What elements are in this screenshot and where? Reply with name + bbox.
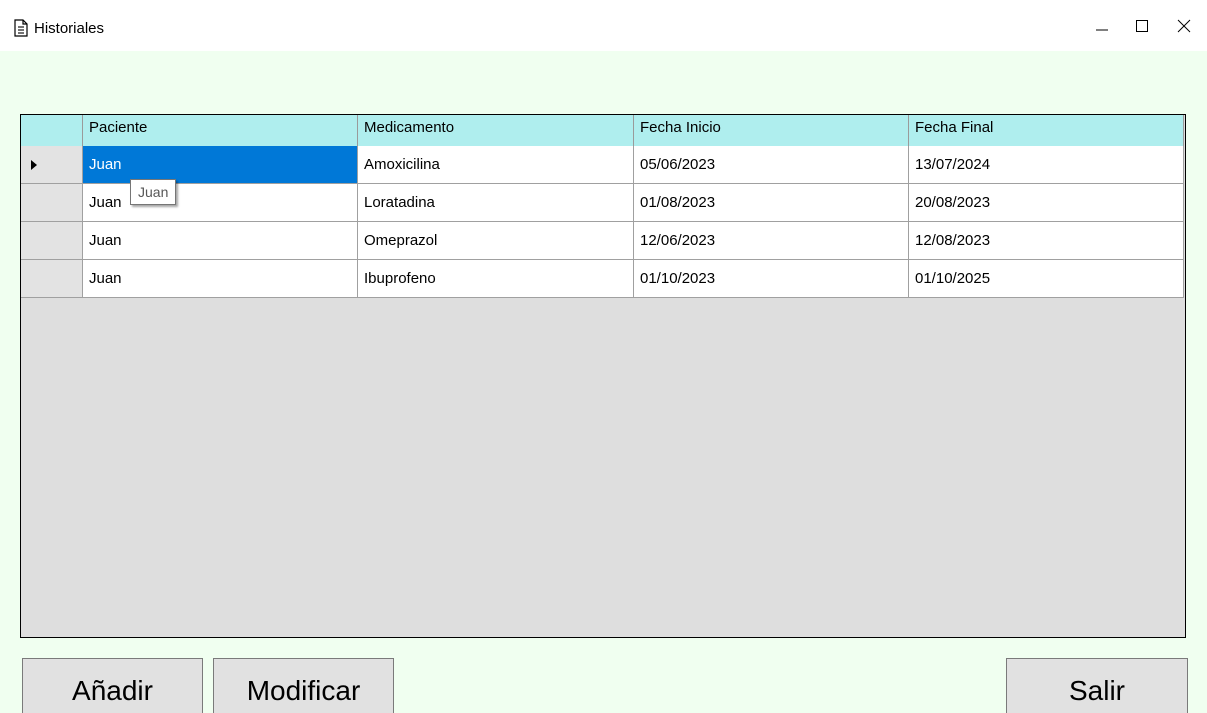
window-title: Historiales — [34, 20, 105, 37]
column-header-fecha-inicio[interactable]: Fecha Inicio — [634, 115, 909, 146]
table-cell-fecha-final[interactable]: 13/07/2024 — [909, 146, 1184, 184]
modify-button[interactable]: Modificar — [213, 658, 394, 713]
history-grid[interactable]: Paciente Medicamento Fecha Inicio Fecha … — [20, 114, 1186, 638]
table-cell-paciente[interactable]: Juan — [83, 260, 358, 298]
maximize-icon — [1135, 19, 1149, 38]
table-cell-paciente[interactable]: Juan — [83, 184, 358, 222]
document-icon — [14, 19, 28, 37]
exit-button[interactable]: Salir — [1006, 658, 1188, 713]
table-cell-fecha-inicio[interactable]: 05/06/2023 — [634, 146, 909, 184]
row-header[interactable] — [21, 222, 83, 260]
table-row[interactable]: Juan Amoxicilina 05/06/2023 13/07/2024 — [21, 146, 1184, 184]
row-arrow-icon — [31, 159, 37, 170]
table-cell-medicamento[interactable]: Omeprazol — [358, 222, 634, 260]
table-cell-paciente[interactable]: Juan — [83, 146, 358, 184]
table-cell-fecha-final[interactable]: 01/10/2025 — [909, 260, 1184, 298]
table-cell-medicamento[interactable]: Loratadina — [358, 184, 634, 222]
table-cell-medicamento[interactable]: Ibuprofeno — [358, 260, 634, 298]
grid-header: Paciente Medicamento Fecha Inicio Fecha … — [21, 115, 1184, 146]
table-cell-medicamento[interactable]: Amoxicilina — [358, 146, 634, 184]
table-cell-paciente[interactable]: Juan — [83, 222, 358, 260]
table-row[interactable]: Juan Ibuprofeno 01/10/2023 01/10/2025 — [21, 260, 1184, 298]
close-icon — [1177, 19, 1191, 38]
table-cell-fecha-final[interactable]: 20/08/2023 — [909, 184, 1184, 222]
maximize-button[interactable] — [1122, 12, 1162, 44]
column-header-fecha-final[interactable]: Fecha Final — [909, 115, 1184, 146]
cell-tooltip: Juan — [130, 179, 177, 205]
close-button[interactable] — [1164, 12, 1204, 44]
table-cell-fecha-inicio[interactable]: 01/08/2023 — [634, 184, 909, 222]
table-row[interactable]: Juan Loratadina 01/08/2023 20/08/2023 — [21, 184, 1184, 222]
column-header-paciente[interactable]: Paciente — [83, 115, 358, 146]
table-row[interactable]: Juan Omeprazol 12/06/2023 12/08/2023 — [21, 222, 1184, 260]
table-cell-fecha-inicio[interactable]: 12/06/2023 — [634, 222, 909, 260]
column-header-medicamento[interactable]: Medicamento — [358, 115, 634, 146]
table-cell-fecha-final[interactable]: 12/08/2023 — [909, 222, 1184, 260]
header-row-selector[interactable] — [21, 115, 83, 146]
minimize-icon — [1095, 19, 1109, 38]
row-header[interactable] — [21, 184, 83, 222]
add-button[interactable]: Añadir — [22, 658, 203, 713]
row-header[interactable] — [21, 260, 83, 298]
minimize-button[interactable] — [1082, 12, 1122, 44]
row-header[interactable] — [21, 146, 83, 184]
title-bar: Historiales — [0, 0, 1207, 51]
table-cell-fecha-inicio[interactable]: 01/10/2023 — [634, 260, 909, 298]
